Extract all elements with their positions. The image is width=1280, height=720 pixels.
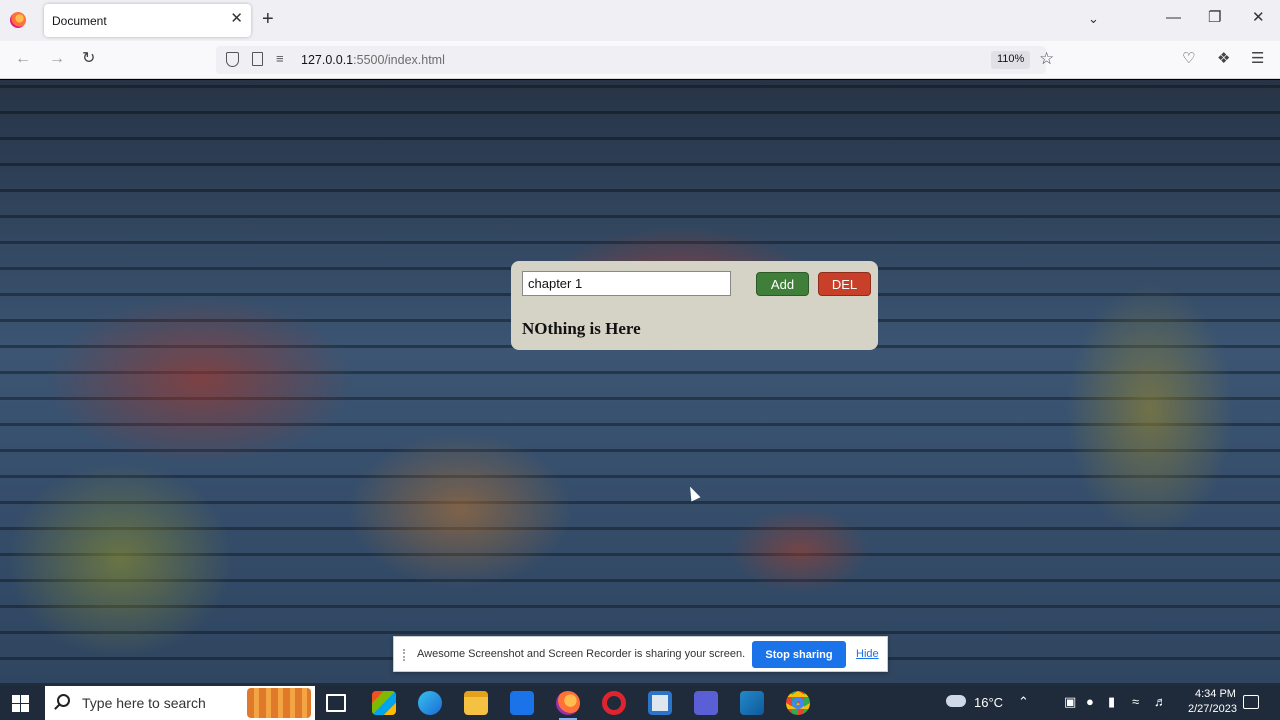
camera-icon[interactable]: ▣: [1064, 694, 1076, 710]
app-window-icon[interactable]: [648, 691, 672, 715]
screen-sharing-bar: Awesome Screenshot and Screen Recorder i…: [393, 636, 888, 672]
close-window-icon[interactable]: ✕: [1252, 9, 1265, 27]
stop-sharing-button[interactable]: Stop sharing: [752, 641, 846, 668]
notification-icon[interactable]: [1243, 695, 1259, 709]
tab-list-chevron-icon[interactable]: ⌄: [1088, 11, 1099, 27]
permissions-icon[interactable]: ≡: [276, 51, 284, 66]
hidden-icons-chevron-icon[interactable]: ⌃: [1018, 694, 1029, 710]
file-explorer-icon[interactable]: [464, 691, 488, 715]
edge-icon[interactable]: [418, 691, 442, 715]
vscode-icon[interactable]: [740, 691, 764, 715]
tracking-shield-icon[interactable]: [226, 52, 239, 67]
search-icon: [57, 694, 70, 707]
taskbar-search[interactable]: Type here to search: [45, 686, 315, 720]
weather-cloud-icon[interactable]: [946, 695, 966, 707]
opera-icon[interactable]: [602, 691, 626, 715]
bookmark-star-icon[interactable]: ☆: [1039, 49, 1054, 69]
menu-hamburger-icon[interactable]: ☰: [1251, 50, 1264, 68]
mouse-cursor-icon: [685, 484, 701, 502]
taskbar: Type here to search 16°C ⌃ ▣ ● ▮ ≈ ♬ 4:3…: [0, 686, 1280, 720]
mail-icon[interactable]: [510, 691, 534, 715]
url-text[interactable]: 127.0.0.1:5500/index.html: [301, 53, 445, 67]
url-bar[interactable]: ≡ 127.0.0.1:5500/index.html 110% ☆: [216, 46, 1054, 74]
task-view-icon[interactable]: [326, 694, 346, 712]
tab-strip: Document ✕ + ⌄ — ❐ ✕: [0, 0, 1280, 41]
reload-icon[interactable]: ↻: [82, 50, 95, 68]
firefox-logo-icon: [10, 12, 26, 28]
forward-arrow-icon[interactable]: →: [49, 50, 65, 68]
add-button[interactable]: Add: [756, 272, 809, 296]
zoom-level-badge[interactable]: 110%: [991, 51, 1031, 69]
minimize-icon[interactable]: —: [1166, 9, 1181, 27]
page-info-icon[interactable]: [252, 52, 263, 66]
search-highlight-image: [247, 688, 311, 718]
clock-date[interactable]: 2/27/2023: [1188, 703, 1237, 715]
p-app-icon[interactable]: [694, 691, 718, 715]
tab-title: Document: [52, 14, 107, 28]
todo-card: Add DEL NOthing is Here: [511, 261, 878, 350]
clock-time[interactable]: 4:34 PM: [1195, 688, 1236, 700]
drag-handle-icon[interactable]: [403, 649, 408, 661]
new-tab-button[interactable]: +: [262, 9, 274, 29]
wifi-icon[interactable]: ≈: [1132, 694, 1139, 710]
windows-start-icon[interactable]: [12, 695, 29, 712]
battery-icon[interactable]: ▮: [1108, 694, 1115, 710]
hide-link[interactable]: Hide: [856, 648, 879, 660]
system-tray: 16°C ⌃ ▣ ● ▮ ≈ ♬ 4:34 PM 2/27/2023: [940, 686, 1280, 720]
url-host: 127.0.0.1: [301, 53, 354, 67]
firefox-taskbar-icon[interactable]: [556, 691, 580, 720]
navigation-toolbar: ← → ↻ ≡ 127.0.0.1:5500/index.html 110% ☆…: [0, 41, 1280, 79]
extensions-icon[interactable]: ❖: [1217, 50, 1230, 68]
back-arrow-icon[interactable]: ←: [15, 50, 31, 68]
tab-document[interactable]: Document ✕: [44, 4, 251, 37]
delete-button[interactable]: DEL: [818, 272, 871, 296]
weather-temperature[interactable]: 16°C: [974, 695, 1003, 710]
sharing-message: Awesome Screenshot and Screen Recorder i…: [417, 648, 746, 660]
chrome-icon[interactable]: [786, 691, 810, 715]
task-input[interactable]: [522, 271, 731, 296]
pocket-icon[interactable]: ♡: [1182, 50, 1195, 68]
search-placeholder: Type here to search: [82, 695, 206, 711]
close-tab-icon[interactable]: ✕: [230, 11, 243, 27]
microsoft-store-icon[interactable]: [372, 691, 396, 715]
empty-state-message: NOthing is Here: [522, 319, 641, 338]
microphone-icon[interactable]: ●: [1086, 694, 1094, 710]
url-path: :5500/index.html: [353, 53, 445, 67]
page-viewport: Add DEL NOthing is Here: [0, 80, 1280, 686]
volume-icon[interactable]: ♬: [1154, 694, 1167, 710]
restore-icon[interactable]: ❐: [1208, 9, 1221, 27]
